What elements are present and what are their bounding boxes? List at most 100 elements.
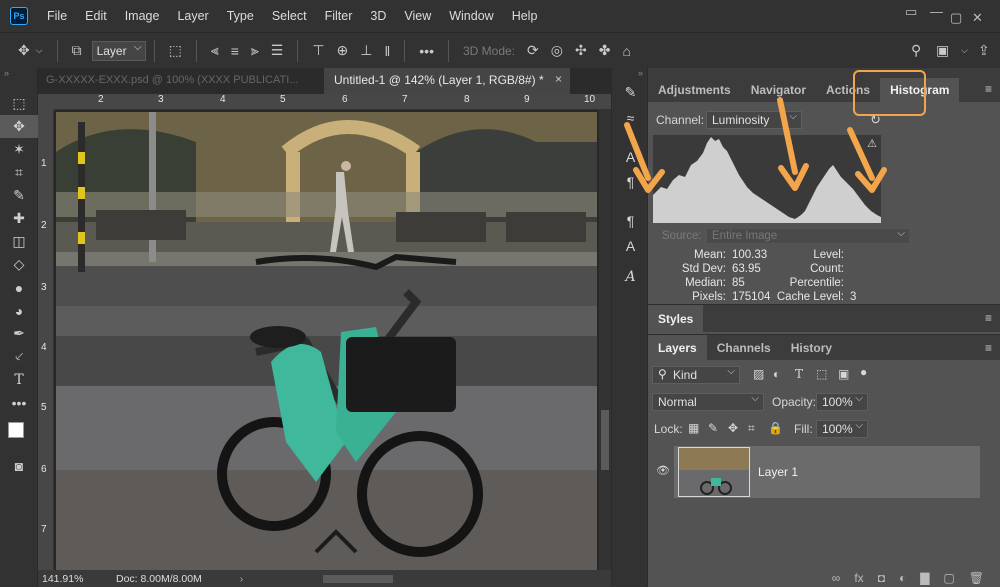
styles-menu-icon[interactable]: ≡ (985, 311, 992, 325)
menu-file[interactable]: File (38, 9, 76, 23)
paint-bucket-icon[interactable]: ◇ (0, 253, 38, 276)
align-middle-icon[interactable]: ⊕ (337, 42, 349, 59)
close-button[interactable]: ✕ (972, 10, 983, 26)
menu-window[interactable]: Window (440, 9, 502, 23)
menu-select[interactable]: Select (263, 9, 316, 23)
chevron-down-icon[interactable]: ⌵ (36, 45, 43, 56)
panel-menu-icon[interactable]: ≡ (985, 82, 992, 96)
dodge-tool-icon[interactable]: ◕ (0, 299, 38, 322)
workspace-chevron-icon[interactable]: ⌵ (961, 45, 968, 56)
eyedropper-icon[interactable]: ⸔ (0, 345, 38, 368)
auto-select-icon[interactable]: ⧉ (72, 42, 82, 59)
menu-layer[interactable]: Layer (168, 9, 217, 23)
tab-styles[interactable]: Styles (648, 305, 704, 333)
more-tools-icon[interactable]: ••• (0, 391, 38, 414)
layers-menu-icon[interactable]: ≡ (985, 341, 992, 355)
layer-name[interactable]: Layer 1 (758, 465, 798, 479)
menu-image[interactable]: Image (116, 9, 169, 23)
blur-tool-icon[interactable]: ● (0, 276, 38, 299)
magic-wand-icon[interactable]: ✶ (0, 138, 38, 161)
new-group-icon[interactable]: ▇ (920, 571, 929, 585)
tab-other-document[interactable]: G-XXXXX-EXXX.psd @ 100% (XXXX PUBLICATI.… (38, 68, 324, 94)
foreground-color[interactable] (8, 422, 24, 438)
align-bottom-icon[interactable]: ⊥ (360, 42, 372, 59)
filter-toggle-icon[interactable]: ● (860, 365, 867, 379)
adjustment-layer-icon[interactable]: ◐ (899, 571, 906, 585)
zoom-level[interactable]: 141.91% (42, 573, 86, 585)
filter-smartobject-icon[interactable]: ▣ (838, 367, 849, 381)
horizontal-scrollbar[interactable] (323, 574, 394, 583)
brush-tool-icon[interactable]: ✎ (0, 184, 38, 207)
tab-layers[interactable]: Layers (648, 335, 707, 361)
distribute-icon[interactable]: ☰ (271, 42, 284, 59)
type-tool-icon[interactable]: T (0, 368, 38, 391)
opacity-input[interactable]: 100% (816, 393, 868, 411)
maximize-button[interactable]: ▢ (950, 10, 962, 26)
minimize-button[interactable]: — (930, 4, 943, 19)
new-layer-icon[interactable]: ▢ (943, 571, 954, 585)
align-top-icon[interactable]: ⊤ (312, 42, 324, 59)
collapse-panels-icon[interactable]: » (612, 68, 647, 80)
filter-adjustment-icon[interactable]: ◐ (773, 367, 780, 381)
share-icon[interactable]: ⇪ (978, 42, 990, 59)
glyphs-icon[interactable]: A (612, 264, 649, 289)
menu-help[interactable]: Help (503, 9, 547, 23)
vertical-scrollbar[interactable] (599, 110, 611, 570)
menu-filter[interactable]: Filter (316, 9, 362, 23)
menu-edit[interactable]: Edit (76, 9, 116, 23)
character-styles-icon[interactable]: A (612, 233, 649, 258)
color-swatches[interactable] (0, 414, 37, 454)
collapse-toolbar-icon[interactable]: » (0, 68, 37, 80)
filter-type-icon[interactable]: T (795, 367, 803, 381)
align-right-icon[interactable]: ⫸ (251, 42, 259, 59)
layer-row[interactable]: Layer 1 (674, 446, 980, 498)
warning-icon[interactable]: ⚠ (867, 137, 877, 150)
transform-controls-icon[interactable]: ⬚ (169, 42, 182, 59)
tab-untitled-1[interactable]: Untitled-1 @ 142% (Layer 1, RGB/8#) * × (324, 68, 570, 94)
paragraph-styles-icon[interactable]: ¶ (612, 208, 649, 233)
brush-settings-icon[interactable]: ✎ (612, 80, 649, 105)
lock-artboard-icon[interactable]: ⌗ (748, 421, 755, 436)
brushes-icon[interactable]: ≈ (612, 105, 649, 130)
quick-mask-icon[interactable]: ◙ (0, 454, 38, 477)
align-left-icon[interactable]: ⫷ (211, 42, 219, 59)
delete-layer-icon[interactable]: 🗑 (969, 571, 984, 585)
search-icon[interactable]: ⚲ (911, 42, 921, 59)
tab-adjustments[interactable]: Adjustments (648, 78, 741, 102)
crop-tool-icon[interactable]: ⌗ (0, 161, 38, 184)
layer-thumbnail[interactable] (678, 447, 750, 497)
lock-image-icon[interactable]: ✎ (708, 421, 718, 435)
tab-history[interactable]: History (781, 335, 842, 361)
channel-select[interactable]: Luminosity (706, 111, 802, 129)
status-arrow-icon[interactable]: › (240, 573, 244, 585)
source-select[interactable]: Entire Image (706, 228, 910, 244)
healing-tool-icon[interactable]: ✚ (0, 207, 38, 230)
move-tool-icon[interactable]: ✥ (18, 42, 30, 59)
scrollbar-thumb[interactable] (601, 410, 609, 470)
close-tab-icon[interactable]: × (555, 72, 562, 86)
menu-3d[interactable]: 3D (361, 9, 395, 23)
link-layers-icon[interactable]: ∞ (832, 571, 841, 585)
marquee-tool-icon[interactable]: ⬚ (0, 92, 38, 115)
canvas-image[interactable] (56, 112, 597, 570)
paragraph-icon[interactable]: ¶ (612, 169, 649, 194)
layer-style-icon[interactable]: fx (854, 571, 863, 585)
lock-transparent-icon[interactable]: ▦ (688, 421, 699, 435)
add-mask-icon[interactable]: ◘ (878, 571, 885, 585)
align-center-icon[interactable]: ≡ (231, 43, 239, 59)
visibility-eye-icon[interactable]: 👁 (656, 464, 670, 477)
fill-input[interactable]: 100% (816, 420, 868, 438)
filter-shape-icon[interactable]: ⬚ (816, 367, 827, 381)
lock-all-icon[interactable]: 🔒 (768, 421, 783, 435)
lock-position-icon[interactable]: ✥ (728, 421, 738, 435)
tab-navigator[interactable]: Navigator (741, 78, 816, 102)
distribute-vertical-icon[interactable]: ‖ (384, 43, 390, 59)
workspace-icon[interactable]: ▣ (936, 42, 949, 59)
more-options-icon[interactable]: ••• (419, 43, 434, 59)
blend-mode-select[interactable]: Normal (652, 393, 764, 411)
character-icon[interactable]: A (612, 144, 649, 169)
eraser-tool-icon[interactable]: ◫ (0, 230, 38, 253)
menu-view[interactable]: View (395, 9, 440, 23)
filter-pixel-icon[interactable]: ▨ (753, 367, 764, 381)
auto-select-dropdown[interactable]: Layer (91, 40, 146, 61)
